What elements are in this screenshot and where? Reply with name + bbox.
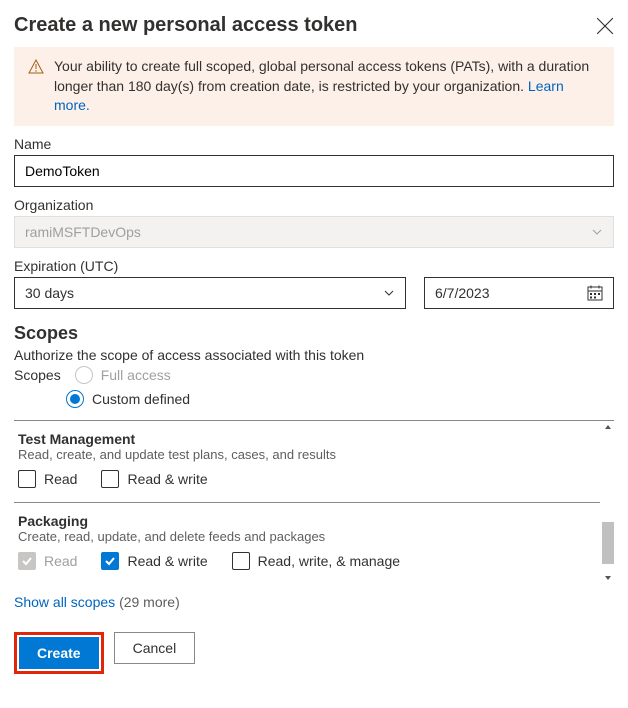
show-all-scopes-count: (29 more) [119, 594, 180, 610]
checkbox-tm-read[interactable]: Read [18, 470, 77, 488]
scopes-desc: Authorize the scope of access associated… [14, 347, 614, 363]
cancel-button[interactable]: Cancel [114, 632, 196, 664]
scope-group-packaging: Packaging Create, read, update, and dele… [14, 502, 600, 584]
checkbox-pkg-read-write[interactable]: Read & write [101, 552, 207, 570]
chevron-down-icon [591, 226, 603, 238]
scope-subtitle: Read, create, and update test plans, cas… [18, 447, 600, 462]
scopes-heading: Scopes [14, 323, 614, 344]
highlight-annotation: Create [14, 632, 104, 674]
checkbox-icon [18, 470, 36, 488]
arrow-down-icon [603, 573, 613, 583]
scope-group-test-management: Test Management Read, create, and update… [14, 421, 600, 502]
expiration-date-value: 6/7/2023 [435, 285, 490, 301]
org-value: ramiMSFTDevOps [25, 224, 141, 240]
checkbox-icon [101, 552, 119, 570]
checkbox-pkg-read-write-manage[interactable]: Read, write, & manage [232, 552, 400, 570]
radio-full-access [75, 366, 93, 384]
scope-title: Packaging [18, 513, 600, 529]
radio-custom-defined-label[interactable]: Custom defined [92, 391, 190, 407]
expiration-date-input[interactable]: 6/7/2023 [424, 277, 614, 309]
org-select-disabled: ramiMSFTDevOps [14, 216, 614, 248]
scrollbar-thumb[interactable] [602, 522, 614, 564]
chevron-down-icon [383, 287, 395, 299]
name-input[interactable] [14, 155, 614, 187]
show-all-scopes: Show all scopes (29 more) [14, 594, 614, 610]
expiration-label: Expiration (UTC) [14, 258, 614, 274]
org-label: Organization [14, 197, 614, 213]
checkbox-icon [18, 552, 36, 570]
scrollbar[interactable] [602, 421, 614, 584]
checkbox-tm-read-write[interactable]: Read & write [101, 470, 207, 488]
warning-icon [28, 59, 44, 75]
scope-list: Test Management Read, create, and update… [14, 420, 614, 584]
expiration-preset-select[interactable]: 30 days [14, 277, 406, 309]
radio-custom-defined[interactable] [66, 390, 84, 408]
close-icon[interactable] [596, 17, 614, 35]
checkbox-icon [101, 470, 119, 488]
show-all-scopes-link[interactable]: Show all scopes [14, 594, 115, 610]
banner-text: Your ability to create full scoped, glob… [54, 58, 589, 94]
checkbox-pkg-read: Read [18, 552, 77, 570]
scopes-label: Scopes [14, 367, 61, 383]
create-button[interactable]: Create [19, 637, 99, 669]
panel-header: Create a new personal access token [14, 14, 614, 37]
name-label: Name [14, 136, 614, 152]
calendar-icon [587, 285, 603, 301]
page-title: Create a new personal access token [14, 14, 358, 37]
info-banner: Your ability to create full scoped, glob… [14, 47, 614, 126]
arrow-up-icon [603, 422, 613, 432]
expiration-preset-value: 30 days [25, 285, 74, 301]
scope-subtitle: Create, read, update, and delete feeds a… [18, 529, 600, 544]
scope-title: Test Management [18, 431, 600, 447]
radio-full-access-label: Full access [101, 367, 171, 383]
checkbox-icon [232, 552, 250, 570]
